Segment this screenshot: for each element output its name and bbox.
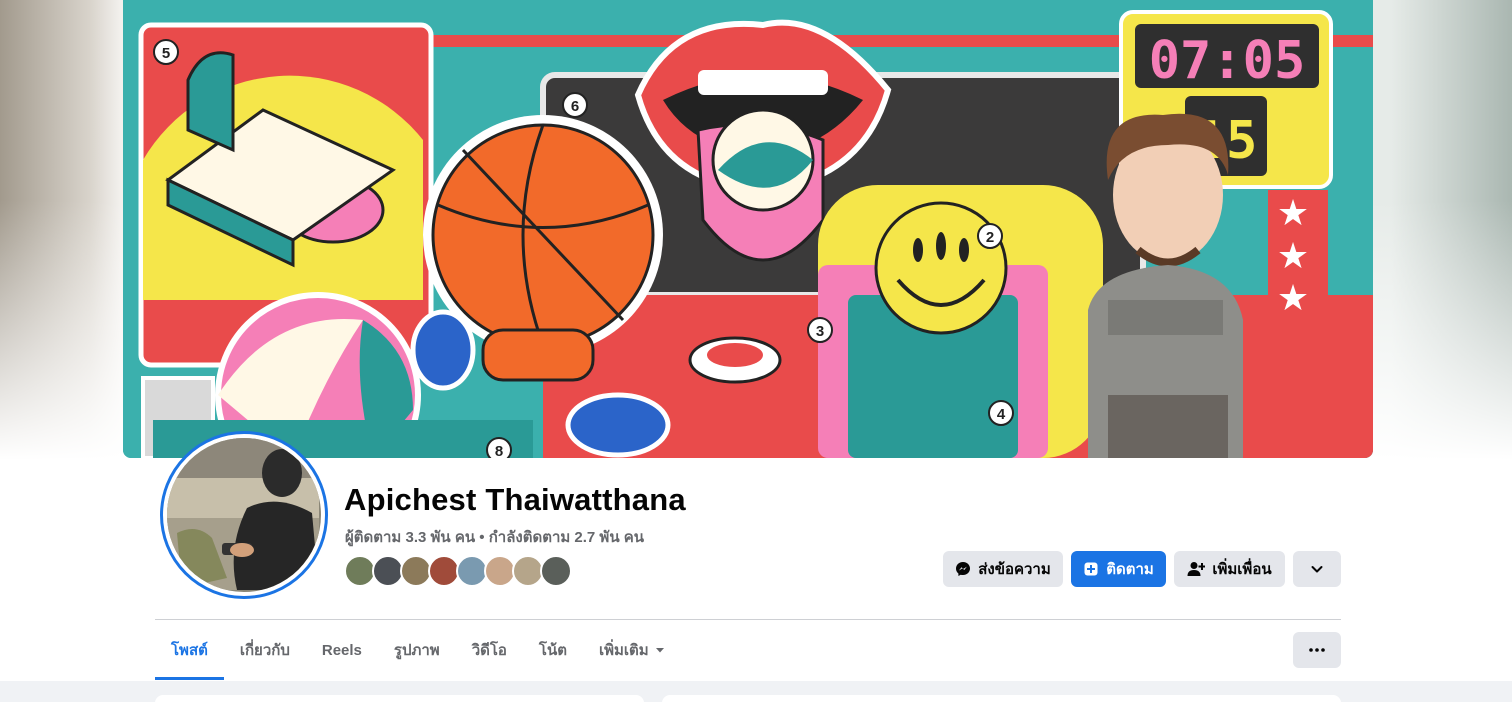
friend-avatar[interactable]	[540, 555, 572, 587]
cover-photo[interactable]: 5 6 8 2 3 4 07:05 15 ★ ★ ★	[123, 0, 1373, 458]
svg-text:07:05: 07:05	[1149, 31, 1306, 91]
svg-text:8: 8	[495, 443, 503, 458]
posts-card	[662, 695, 1341, 702]
tab-label: Reels	[321, 641, 362, 659]
tab-label: โน้ต	[538, 642, 567, 659]
mutual-friends-avatars[interactable]	[344, 555, 572, 587]
tab-more[interactable]: เพิ่มเติม	[583, 620, 681, 680]
add-friend-button-label: เพิ่มเพื่อน	[1212, 561, 1272, 578]
profile-tabs: โพสต์ เกี่ยวกับ Reels รูปภาพ วิดีโอ โน้ต…	[155, 620, 681, 680]
add-friend-button[interactable]: เพิ่มเพื่อน	[1174, 551, 1285, 587]
profile-photo	[167, 438, 321, 592]
caret-down-icon	[655, 648, 664, 653]
svg-text:★: ★	[1277, 278, 1309, 319]
svg-text:2: 2	[986, 229, 994, 246]
profile-name: Apichest Thaiwatthana	[344, 482, 686, 517]
tab-label: เพิ่มเติม	[598, 642, 649, 659]
more-options-button[interactable]	[1293, 632, 1341, 668]
add-friend-icon	[1187, 562, 1206, 576]
tab-label: เกี่ยวกับ	[239, 642, 290, 659]
messenger-icon	[956, 562, 971, 576]
tab-posts[interactable]: โพสต์	[155, 620, 224, 680]
tab-label: วิดีโอ	[471, 642, 507, 659]
ellipsis-icon	[1309, 648, 1325, 652]
tab-label: รูปภาพ	[393, 642, 440, 659]
svg-text:5: 5	[162, 45, 170, 62]
svg-text:3: 3	[816, 323, 824, 340]
svg-text:★: ★	[1277, 193, 1309, 234]
tab-notes[interactable]: โน้ต	[523, 620, 583, 680]
svg-text:4: 4	[997, 406, 1006, 423]
message-button[interactable]: ส่งข้อความ	[943, 551, 1063, 587]
chevron-down-icon	[1311, 566, 1323, 573]
follow-button[interactable]: ติดตาม	[1071, 551, 1166, 587]
tab-videos[interactable]: วิดีโอ	[456, 620, 523, 680]
tab-about[interactable]: เกี่ยวกับ	[224, 620, 306, 680]
tab-label: โพสต์	[171, 642, 208, 659]
svg-text:6: 6	[571, 98, 579, 115]
svg-text:★: ★	[1277, 236, 1309, 277]
intro-card	[155, 695, 644, 702]
tab-photos[interactable]: รูปภาพ	[378, 620, 456, 680]
profile-avatar[interactable]	[160, 431, 328, 599]
message-button-label: ส่งข้อความ	[978, 561, 1051, 578]
follow-icon	[1084, 562, 1098, 576]
follow-button-label: ติดตาม	[1106, 561, 1154, 578]
profile-follow-stats[interactable]: ผู้ติดตาม 3.3 พัน คน • กำลังติดตาม 2.7 พ…	[345, 525, 644, 549]
tab-reels[interactable]: Reels	[306, 620, 378, 680]
expand-button[interactable]	[1293, 551, 1341, 587]
